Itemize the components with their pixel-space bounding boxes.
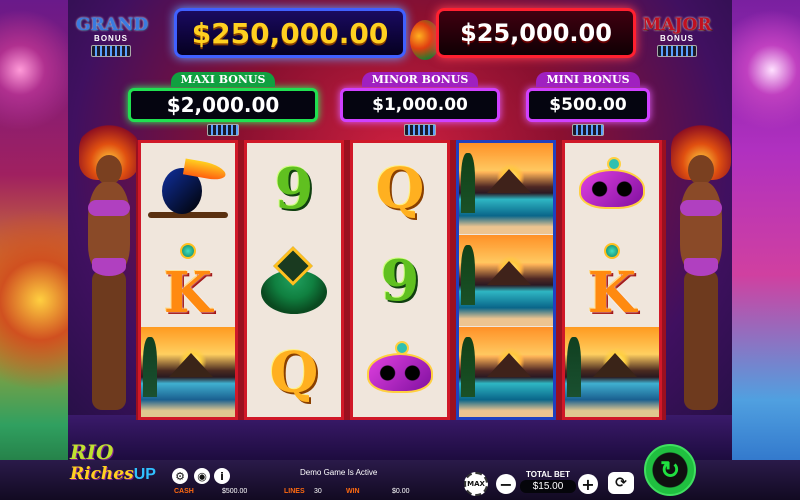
major-indicator xyxy=(657,45,697,57)
grand-sublabel: BONUS xyxy=(94,34,128,43)
spin-icon: ↻ xyxy=(659,456,681,484)
grand-jackpot-display: $250,000.00 xyxy=(174,8,406,58)
q-letter: Q xyxy=(375,155,425,222)
major-jackpot-amount: $25,000.00 xyxy=(460,19,612,47)
lines-value: 30 xyxy=(314,488,322,495)
win-value: $0.00 xyxy=(392,488,410,495)
mini-indicator xyxy=(572,124,604,136)
symbol-carnival-mask xyxy=(353,327,447,417)
symbol-nine: 9 xyxy=(247,143,341,234)
sound-icon[interactable]: ◉ xyxy=(194,468,210,484)
major-label: MAJOR xyxy=(642,15,712,35)
sunset-island-icon xyxy=(459,327,553,417)
symbol-feather-drum xyxy=(247,235,341,326)
gem-icon xyxy=(180,242,196,259)
spin-button[interactable]: ↻ xyxy=(644,444,696,496)
total-bet-value: $15.00 xyxy=(520,480,576,493)
reel-1: K xyxy=(138,140,238,420)
cash-label: CASH xyxy=(174,488,194,495)
maxi-label: MAXI BONUS xyxy=(170,72,276,87)
minor-label: MINOR BONUS xyxy=(361,72,479,87)
left-backdrop xyxy=(0,0,72,500)
sunset-island-icon xyxy=(459,235,553,326)
minor-jackpot: MINOR BONUS $1,000.00 xyxy=(340,70,500,136)
grand-bonus-logo: GRAND BONUS xyxy=(76,15,149,62)
sunset-island-icon xyxy=(565,327,659,417)
maxi-amount: $2,000.00 xyxy=(128,88,318,122)
k-letter: K xyxy=(163,259,213,326)
carnival-mask-icon xyxy=(367,340,433,393)
increase-bet-button[interactable]: + xyxy=(578,474,598,494)
plus-icon: + xyxy=(581,474,595,494)
k-letter: K xyxy=(587,259,637,326)
logo-rio: RIO xyxy=(70,440,114,464)
symbol-q: Q xyxy=(247,327,341,417)
symbol-sunset-island xyxy=(459,143,553,234)
symbol-sunset-island xyxy=(459,327,553,417)
symbol-nine: 9 xyxy=(353,235,447,326)
symbol-sunset-island xyxy=(565,327,659,417)
major-sublabel: BONUS xyxy=(660,34,694,43)
win-label: WIN xyxy=(346,488,360,495)
mini-amount: $500.00 xyxy=(526,88,650,122)
symbol-k: K xyxy=(141,235,235,326)
cash-value: $500.00 xyxy=(222,488,248,495)
symbol-k: K xyxy=(565,235,659,326)
carnival-mask-icon xyxy=(579,156,645,209)
q-letter: Q xyxy=(269,339,319,406)
reel-3: Q 9 xyxy=(350,140,450,420)
symbol-q: Q xyxy=(353,143,447,234)
game-logo: RIO RichesUP xyxy=(70,440,166,500)
total-bet: TOTAL BET $15.00 xyxy=(520,470,576,493)
decrease-bet-button[interactable]: − xyxy=(496,474,516,494)
nine-digit: 9 xyxy=(380,247,420,314)
logo-riches: Riches xyxy=(70,464,134,484)
reel-4 xyxy=(456,140,556,420)
minus-icon: − xyxy=(499,474,513,494)
minor-indicator xyxy=(404,124,436,136)
info-icon[interactable]: i xyxy=(214,468,230,484)
symbol-carnival-mask xyxy=(565,143,659,234)
symbol-sunset-island xyxy=(459,235,553,326)
mini-jackpot: MINI BONUS $500.00 xyxy=(526,70,650,136)
grand-label: GRAND xyxy=(76,15,149,35)
reel-grid: K 9 Q Q 9 K xyxy=(136,140,666,420)
right-backdrop xyxy=(732,0,800,500)
feather-drum-icon xyxy=(257,245,331,316)
major-bonus-logo: MAJOR BONUS xyxy=(642,16,712,62)
grand-jackpot-amount: $250,000.00 xyxy=(191,16,389,50)
major-jackpot-display: $25,000.00 xyxy=(436,8,636,58)
status-message: Demo Game Is Active xyxy=(300,468,378,477)
nine-digit: 9 xyxy=(274,155,314,222)
grand-indicator xyxy=(91,45,131,57)
game-stage: GRAND BONUS $250,000.00 $25,000.00 MAJOR… xyxy=(0,0,800,500)
max-bet-label: MAX xyxy=(467,480,485,488)
total-bet-label: TOTAL BET xyxy=(526,470,570,479)
maxi-indicator xyxy=(207,124,239,136)
symbol-sunset-island xyxy=(141,327,235,417)
left-dancer xyxy=(74,120,144,410)
stage-floor xyxy=(68,415,732,465)
reel-5: K xyxy=(562,140,662,420)
autoplay-icon: ⟳ xyxy=(615,475,627,491)
logo-up: UP xyxy=(133,466,156,483)
lines-label: LINES xyxy=(284,488,305,495)
max-bet-button[interactable]: MAX xyxy=(464,472,488,496)
gem-icon xyxy=(604,242,620,259)
symbol-toucan xyxy=(141,143,235,234)
autoplay-button[interactable]: ⟳ xyxy=(608,472,634,494)
minor-amount: $1,000.00 xyxy=(340,88,500,122)
settings-gear-icon[interactable]: ⚙ xyxy=(172,468,188,484)
mini-label: MINI BONUS xyxy=(536,72,640,87)
reel-2: 9 Q xyxy=(244,140,344,420)
info-icon-label: i xyxy=(220,469,224,483)
sunset-island-icon xyxy=(141,327,235,417)
sunset-island-icon xyxy=(459,143,553,234)
toucan-icon xyxy=(148,154,228,224)
maxi-jackpot: MAXI BONUS $2,000.00 xyxy=(128,70,318,136)
right-dancer xyxy=(666,120,736,410)
